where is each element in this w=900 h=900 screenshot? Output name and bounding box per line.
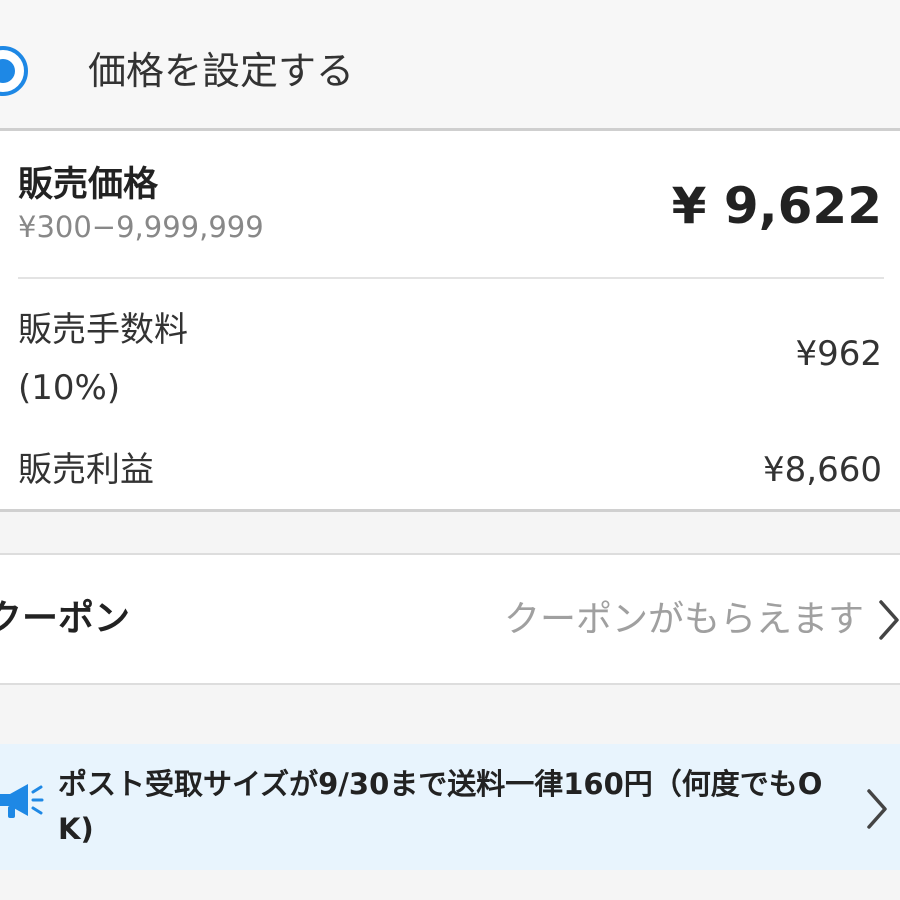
coupon-hint: クーポンがもらえます [503,599,864,640]
pricing-mode-radio-row[interactable]: 価格を設定する [0,0,900,130]
shipping-notice-banner[interactable]: ポスト受取サイズが9/30まで送料一律160円（何度でもOK) [0,744,900,870]
fee-value: ¥962 [795,334,882,374]
profit-value: ¥8,660 [763,450,882,490]
chevron-right-icon [878,599,900,645]
divider [18,277,884,279]
pricing-mode-label: 価格を設定する [88,49,355,93]
sale-price-range: ¥300−9,999,999 [18,210,264,244]
coupon-label: クーポン [0,598,131,639]
megaphone-icon [0,782,44,826]
radio-selected-icon[interactable] [0,46,28,96]
chevron-right-icon [866,788,888,834]
radio-dot [0,59,15,83]
price-card: 販売価格 ¥300−9,999,999 ¥ 9,622 販売手数料 (10%) … [0,131,900,510]
profit-label: 販売利益 [18,450,154,490]
coupon-row[interactable]: クーポン クーポンがもらえます [0,553,900,685]
shipping-notice-text: ポスト受取サイズが9/30まで送料一律160円（何度でもOK) [58,767,823,846]
sale-price-input[interactable]: ¥ 9,622 [672,177,882,235]
divider [0,509,900,512]
fee-label: 販売手数料 (10%) [18,310,188,408]
sale-price-label: 販売価格 [18,165,159,205]
